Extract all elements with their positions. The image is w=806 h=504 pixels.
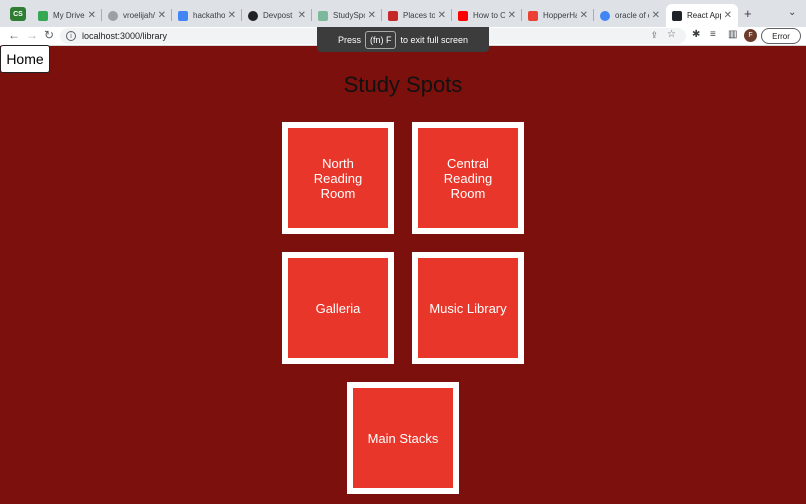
tab-my-drive[interactable]: My Drive - ✕: [32, 4, 102, 27]
extensions-icon[interactable]: ✱: [692, 29, 700, 40]
page-title: Study Spots: [343, 72, 463, 97]
spot-label: Central Reading Room: [443, 155, 493, 201]
tab-studyspots[interactable]: StudySpo ✕: [312, 4, 382, 27]
spot-label: Galleria: [315, 300, 361, 316]
react-icon: [672, 10, 682, 21]
github-icon: [108, 10, 118, 21]
tab-github[interactable]: vroelijah/R ✕: [102, 4, 172, 27]
share-icon[interactable]: ⇪: [650, 30, 658, 41]
close-icon[interactable]: ✕: [438, 10, 446, 21]
spot-central-reading-room[interactable]: Central Reading Room: [412, 122, 524, 234]
tab-react-app[interactable]: React App ✕: [666, 4, 738, 27]
shield-icon: [388, 10, 398, 21]
fullscreen-toast: Press (fn) F to exit full screen: [317, 27, 489, 52]
info-icon[interactable]: i: [66, 31, 76, 41]
google-docs-icon: [178, 10, 188, 21]
tab-youtube[interactable]: How to Op ✕: [452, 4, 522, 27]
forward-arrow-icon[interactable]: →: [26, 28, 38, 42]
new-tab-icon[interactable]: +: [744, 6, 752, 21]
google-drive-icon: [38, 10, 48, 21]
side-panel-icon[interactable]: ▥: [728, 29, 737, 40]
close-icon[interactable]: ✕: [508, 10, 516, 21]
studyspots-icon: [318, 10, 328, 21]
tab-gmail[interactable]: HopperHa ✕: [522, 4, 594, 27]
close-icon[interactable]: ✕: [724, 10, 732, 21]
tab-places[interactable]: Places to s ✕: [382, 4, 452, 27]
spot-north-reading-room[interactable]: North Reading Room: [282, 122, 394, 234]
close-icon[interactable]: ✕: [228, 10, 236, 21]
close-icon[interactable]: ✕: [652, 10, 660, 21]
chevron-down-icon[interactable]: ⌄: [788, 7, 796, 18]
spot-main-stacks[interactable]: Main Stacks: [347, 382, 459, 494]
close-icon[interactable]: ✕: [88, 10, 96, 21]
close-icon[interactable]: ✕: [368, 10, 376, 21]
spot-label: Music Library: [429, 300, 507, 316]
spot-label: Main Stacks: [367, 430, 439, 446]
error-button[interactable]: Error: [761, 28, 801, 44]
url-text[interactable]: localhost:3000/library: [82, 31, 167, 41]
close-icon[interactable]: ✕: [580, 10, 588, 21]
tab-hackathon[interactable]: hackathon ✕: [172, 4, 242, 27]
tab-strip: CS My Drive - ✕ vroelijah/R ✕ hackathon …: [0, 0, 806, 27]
spot-galleria[interactable]: Galleria: [282, 252, 394, 364]
home-button[interactable]: Home: [0, 45, 50, 73]
key-hint: (fn) F: [364, 30, 397, 49]
spot-label: North Reading Room: [313, 155, 363, 201]
reading-list-icon[interactable]: ≡: [710, 29, 716, 40]
gmail-icon: [528, 10, 538, 21]
close-icon[interactable]: ✕: [298, 10, 306, 21]
devpost-icon: [248, 10, 258, 21]
profile-chip[interactable]: CS: [10, 7, 26, 21]
youtube-icon: [458, 10, 468, 21]
star-icon[interactable]: ☆: [667, 29, 676, 40]
tab-devpost[interactable]: Devpost ✕: [242, 4, 312, 27]
back-arrow-icon[interactable]: ←: [8, 28, 20, 42]
tab-oracle[interactable]: oracle of d ✕: [594, 4, 666, 27]
spot-music-library[interactable]: Music Library: [412, 252, 524, 364]
close-icon[interactable]: ✕: [158, 10, 166, 21]
avatar[interactable]: F: [744, 29, 757, 42]
google-icon: [600, 10, 610, 21]
reload-icon[interactable]: ↻: [44, 28, 54, 42]
